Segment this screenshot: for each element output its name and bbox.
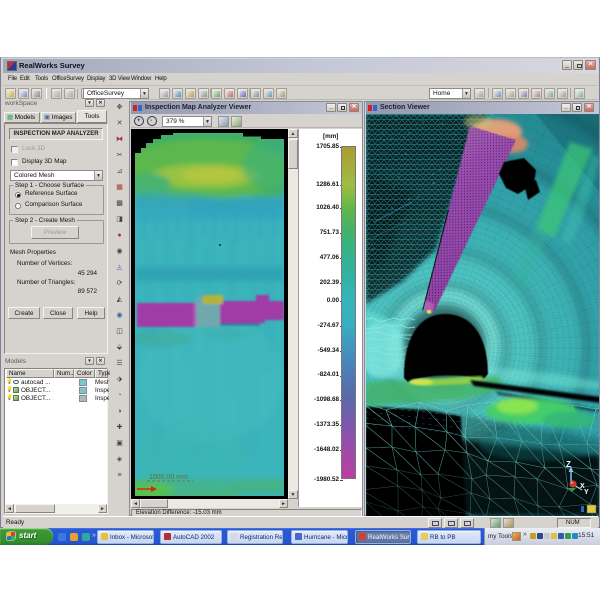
svg-text:Y: Y (584, 489, 589, 496)
svg-text:Z: Z (566, 460, 571, 469)
svg-text:1000.00 mm: 1000.00 mm (149, 474, 188, 481)
